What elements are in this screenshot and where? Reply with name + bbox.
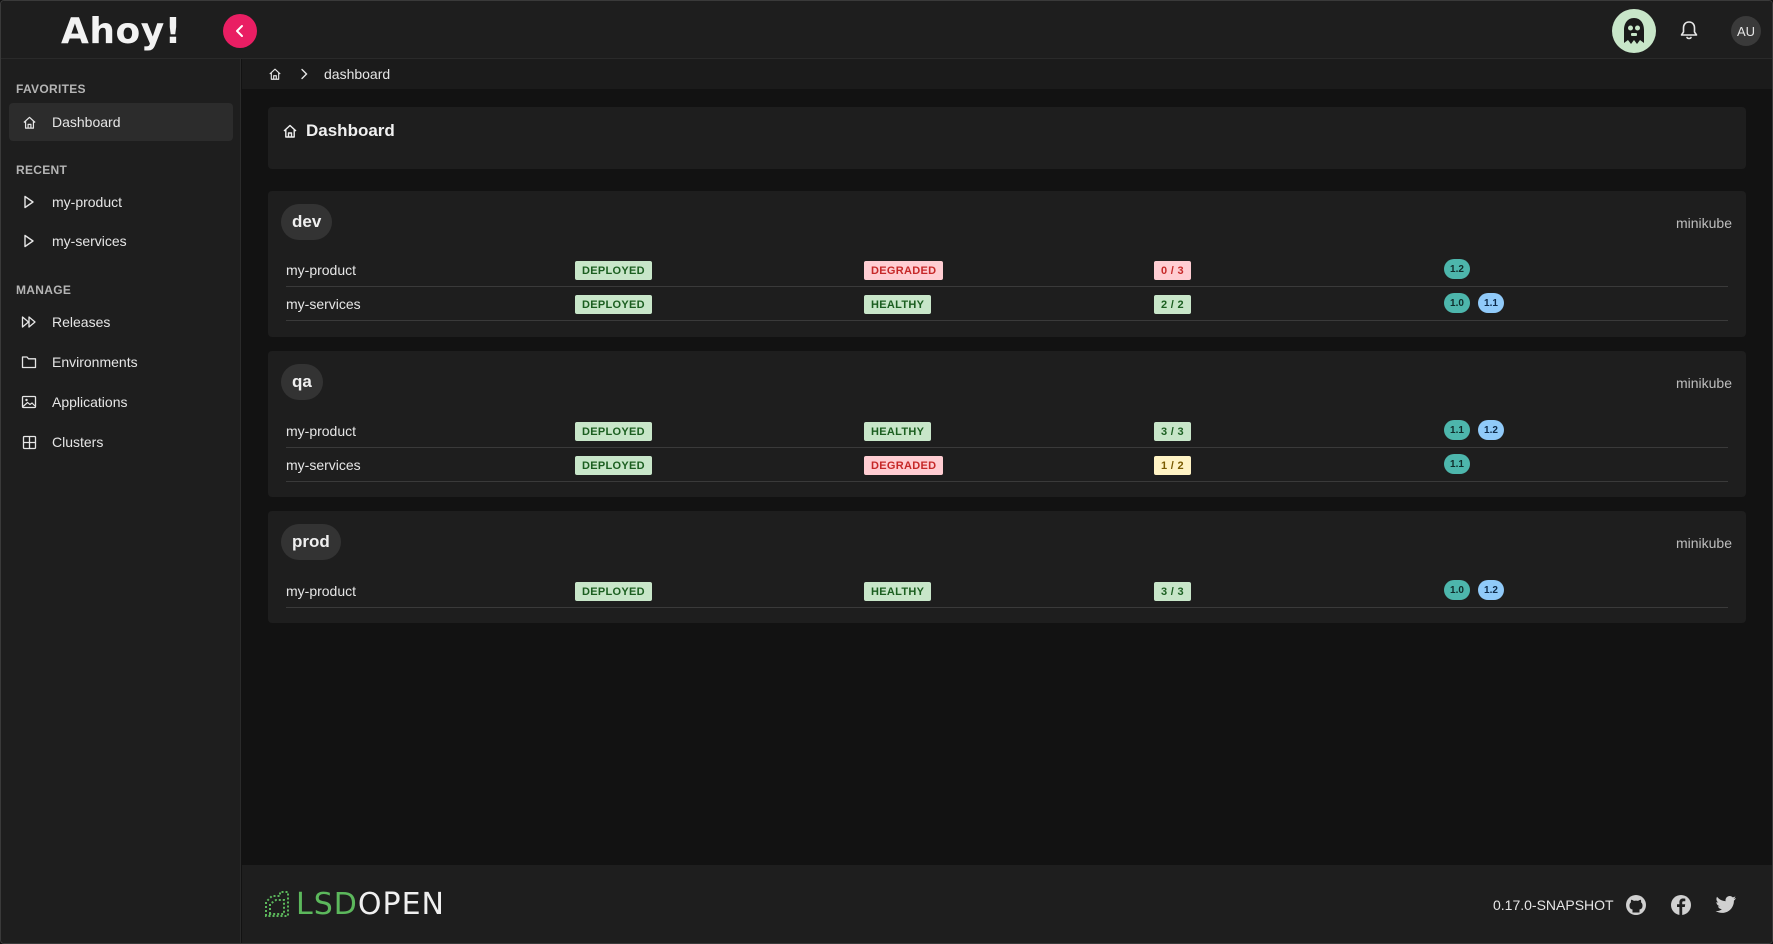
status-badge: DEPLOYED [575, 456, 652, 475]
play-outline-icon [21, 233, 37, 249]
home-icon [269, 68, 281, 80]
cluster-name: minikube [1675, 375, 1732, 391]
bell-icon [1680, 21, 1698, 40]
sidebar-item-releases[interactable]: Releases [9, 303, 233, 341]
health-badge: HEALTHY [864, 422, 932, 441]
cluster-name: minikube [1675, 535, 1732, 551]
image-icon [21, 394, 37, 410]
environment-card-prod: prod minikube my-product DEPLOYED HEALTH… [268, 511, 1746, 623]
recent-section-title: RECENT [16, 163, 68, 177]
app-version: 0.17.0-SNAPSHOT [1493, 897, 1614, 913]
status-badge: DEPLOYED [575, 582, 652, 601]
ghost-avatar[interactable] [1612, 9, 1656, 53]
pods-count-badge: 1 / 2 [1154, 456, 1191, 475]
sidebar-item-label: my-product [52, 194, 123, 210]
lsd-mark-icon [265, 890, 289, 917]
notifications-button[interactable] [1675, 16, 1703, 44]
page-title: Dashboard [282, 121, 395, 141]
favorites-section-title: FAVORITES [16, 82, 86, 96]
sidebar-item-applications[interactable]: Applications [9, 383, 233, 421]
home-icon [21, 114, 37, 130]
pods-count-badge: 0 / 3 [1154, 261, 1191, 280]
twitter-link[interactable] [1714, 893, 1738, 917]
app-window: Ahoy! AU FAVORITES Dashboard RECENT my-p… [0, 0, 1773, 944]
ghost-icon [1624, 18, 1644, 44]
sidebar-item-label: Environments [52, 354, 138, 370]
footer: LSD OPEN 0.17.0-SNAPSHOT [242, 865, 1772, 943]
version-chip[interactable]: 1.2 [1478, 580, 1504, 600]
application-name[interactable]: my-services [286, 457, 361, 473]
twitter-icon [1715, 896, 1736, 913]
version-chip[interactable]: 1.0 [1444, 580, 1470, 600]
environment-card-dev: dev minikube my-product DEPLOYED DEGRADE… [268, 191, 1746, 337]
fast-forward-icon [21, 314, 37, 330]
environment-chip[interactable]: prod [281, 524, 341, 560]
version-chip[interactable]: 1.2 [1444, 259, 1470, 279]
sidebar-item-clusters[interactable]: Clusters [9, 423, 233, 461]
github-icon [1626, 895, 1646, 915]
footer-logo-lsd: LSD [296, 887, 358, 922]
home-icon [282, 123, 298, 139]
sidebar-item-dashboard[interactable]: Dashboard [9, 103, 233, 141]
sidebar-item-label: Releases [52, 314, 111, 330]
page-header: Dashboard [268, 107, 1746, 169]
facebook-icon [1671, 895, 1691, 915]
health-badge: HEALTHY [864, 582, 932, 601]
health-badge: HEALTHY [864, 295, 932, 314]
facebook-link[interactable] [1669, 893, 1693, 917]
version-chip[interactable]: 1.2 [1478, 420, 1504, 440]
footer-logo-open: OPEN [357, 887, 445, 922]
breadcrumb-current: dashboard [324, 66, 391, 82]
lsd-open-logo[interactable]: LSD OPEN [260, 887, 445, 922]
breadcrumb: dashboard [242, 59, 1772, 89]
pods-count-badge: 3 / 3 [1154, 422, 1191, 441]
pods-count-badge: 2 / 2 [1154, 295, 1191, 314]
application-name[interactable]: my-product [286, 423, 356, 439]
application-name[interactable]: my-product [286, 583, 356, 599]
sidebar-item-my-services[interactable]: my-services [9, 222, 233, 260]
folder-icon [21, 354, 37, 370]
status-badge: DEPLOYED [575, 261, 652, 280]
play-outline-icon [21, 194, 37, 210]
table-row[interactable]: my-services DEPLOYED DEGRADED 1 / 2 1.1 [286, 448, 1728, 482]
table-row[interactable]: my-product DEPLOYED HEALTHY 3 / 3 1.0 1.… [286, 574, 1728, 608]
sidebar-item-label: my-services [52, 233, 127, 249]
pods-count-badge: 3 / 3 [1154, 582, 1191, 601]
sidebar: FAVORITES Dashboard RECENT my-product my… [1, 59, 241, 943]
sidebar-item-my-product[interactable]: my-product [9, 183, 233, 221]
application-name[interactable]: my-product [286, 262, 356, 278]
status-badge: DEPLOYED [575, 422, 652, 441]
table-row[interactable]: my-services DEPLOYED HEALTHY 2 / 2 1.0 1… [286, 287, 1728, 321]
version-chip[interactable]: 1.1 [1478, 293, 1504, 313]
sidebar-item-environments[interactable]: Environments [9, 343, 233, 381]
version-chip[interactable]: 1.1 [1444, 454, 1470, 474]
sidebar-item-label: Clusters [52, 434, 104, 450]
top-bar: Ahoy! AU [1, 1, 1772, 59]
environment-card-qa: qa minikube my-product DEPLOYED HEALTHY … [268, 351, 1746, 497]
table-row[interactable]: my-product DEPLOYED HEALTHY 3 / 3 1.1 1.… [286, 414, 1728, 448]
grid-icon [21, 434, 37, 450]
sidebar-item-label: Dashboard [52, 114, 121, 130]
sidebar-item-label: Applications [52, 394, 128, 410]
chevron-left-icon [236, 25, 243, 37]
application-name[interactable]: my-services [286, 296, 361, 312]
user-avatar[interactable]: AU [1731, 16, 1761, 46]
environment-chip[interactable]: dev [281, 204, 333, 240]
collapse-sidebar-button[interactable] [223, 14, 257, 48]
page-title-text: Dashboard [306, 121, 395, 140]
version-chip[interactable]: 1.0 [1444, 293, 1470, 313]
cluster-name: minikube [1675, 215, 1732, 231]
health-badge: DEGRADED [864, 261, 944, 280]
manage-section-title: MANAGE [16, 283, 72, 297]
health-badge: DEGRADED [864, 456, 944, 475]
version-chip[interactable]: 1.1 [1444, 420, 1470, 440]
ahoy-logo[interactable]: Ahoy! [61, 7, 181, 57]
chevron-right-icon [300, 68, 308, 80]
status-badge: DEPLOYED [575, 295, 652, 314]
breadcrumb-home-link[interactable] [268, 67, 282, 81]
environment-chip[interactable]: qa [281, 364, 323, 400]
table-row[interactable]: my-product DEPLOYED DEGRADED 0 / 3 1.2 [286, 253, 1728, 287]
github-link[interactable] [1624, 893, 1648, 917]
